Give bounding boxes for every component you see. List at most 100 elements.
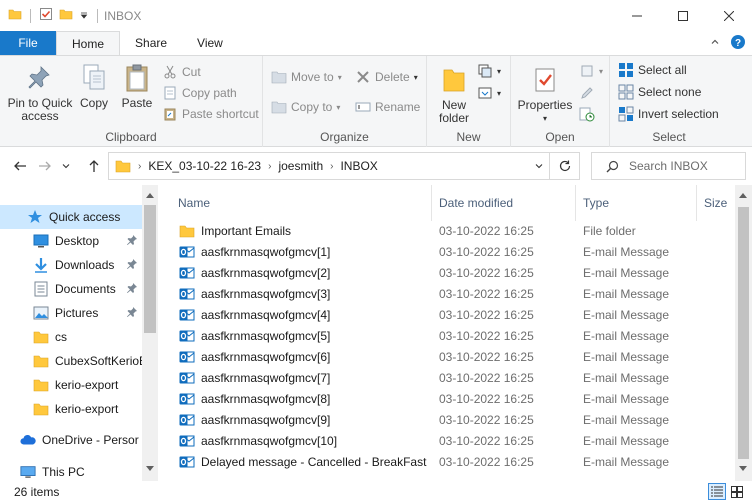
file-row[interactable]: aasfkrnmasqwofgmcv[9] 03-10-2022 16:25 E-m… [160,409,735,430]
nav-item-kerio-export[interactable]: kerio-export [0,373,142,397]
move-to-button[interactable]: Move to ▾ [271,69,342,85]
file-row[interactable]: aasfkrnmasqwofgmcv[1] 03-10-2022 16:25 E-m… [160,241,735,262]
pin-icon[interactable] [126,258,138,273]
scroll-up-arrow-icon[interactable] [142,187,158,203]
nav-item-label: Pictures [55,306,99,320]
pin-icon[interactable] [126,282,138,297]
chevron-down-icon: ▾ [599,66,604,76]
history-button[interactable] [579,106,595,122]
cut-button[interactable]: Cut [162,64,201,80]
paste-button[interactable]: Paste [118,62,156,110]
breadcrumb-item[interactable]: joesmith [278,159,323,173]
column-header-label: Size [704,196,728,210]
nav-item-documents[interactable]: Documents [0,277,142,301]
new-item-button[interactable]: ▾ [477,63,501,79]
column-header-size[interactable]: Size [697,185,735,221]
scroll-thumb[interactable] [738,207,749,459]
up-button[interactable] [85,157,103,175]
nav-item-onedrive[interactable]: OneDrive - Persor [0,428,142,452]
file-row[interactable]: aasfkrnmasqwofgmcv[2] 03-10-2022 16:25 E-m… [160,262,735,283]
minimize-button[interactable] [614,0,660,31]
file-date-modified: 03-10-2022 16:25 [439,265,534,280]
paste-shortcut-button[interactable]: Paste shortcut [162,106,259,122]
file-type: E-mail Message [583,286,670,301]
copy-button[interactable]: Copy [76,62,112,110]
quick-access-toolbar [0,7,100,24]
scroll-down-arrow-icon[interactable] [735,461,751,477]
pin-icon[interactable] [126,234,138,249]
breadcrumb-item[interactable]: INBOX [340,159,377,173]
pin-to-quick-access-button[interactable]: Pin to Quick access [6,62,74,123]
properties-button[interactable]: Properties ▾ [516,64,574,125]
file-row[interactable]: aasfkrnmasqwofgmcv[6] 03-10-2022 16:25 E-m… [160,346,735,367]
close-button[interactable] [706,0,752,31]
minimize-ribbon-chevron-icon[interactable] [710,36,720,50]
file-row[interactable]: Delayed message - Cancelled - BreakFast 0… [160,451,735,472]
nav-item-this-pc[interactable]: This PC [0,460,142,481]
column-header-date-modified[interactable]: Date modified [432,185,576,221]
new-folder-quick-icon[interactable] [59,7,73,24]
tab-file[interactable]: File [0,31,56,55]
scroll-thumb[interactable] [144,205,156,333]
nav-item-downloads[interactable]: Downloads [0,253,142,277]
navigation-pane-scrollbar[interactable] [142,185,158,481]
rename-button[interactable]: Rename [355,99,420,115]
scroll-up-arrow-icon[interactable] [735,187,751,203]
file-row[interactable]: aasfkrnmasqwofgmcv[8] 03-10-2022 16:25 E-m… [160,388,735,409]
forward-button[interactable] [36,157,54,175]
properties-quick-icon[interactable] [39,7,53,24]
new-folder-button[interactable]: New folder [434,64,474,125]
open-button[interactable]: ▾ [579,63,603,79]
file-type: E-mail Message [583,307,670,322]
select-none-button[interactable]: Select none [618,84,701,100]
file-row[interactable]: aasfkrnmasqwofgmcv[4] 03-10-2022 16:25 E-m… [160,304,735,325]
file-row[interactable]: aasfkrnmasqwofgmcv[5] 03-10-2022 16:25 E-m… [160,325,735,346]
breadcrumb-separator-icon: › [268,160,272,172]
easy-access-button[interactable]: ▾ [477,85,501,101]
column-header-type[interactable]: Type [576,185,697,221]
delete-button[interactable]: Delete ▾ [355,69,418,85]
tab-share[interactable]: Share [120,31,182,55]
file-name-cell: aasfkrnmasqwofgmcv[4] [179,304,429,325]
breadcrumb-item[interactable]: KEX_03-10-22 16-23 [148,159,261,173]
copy-to-button[interactable]: Copy to ▾ [271,99,340,115]
nav-item-cs[interactable]: cs [0,325,142,349]
help-icon[interactable]: ? [730,34,746,53]
column-header-name[interactable]: Name [160,185,432,221]
tab-view[interactable]: View [182,31,238,55]
customize-toolbar-chevron-icon[interactable] [79,9,89,23]
file-row[interactable]: aasfkrnmasqwofgmcv[10] 03-10-2022 16:25 E-… [160,430,735,451]
toolbar-divider [97,8,98,23]
clipboard-group-label: Clipboard [105,130,157,144]
edit-button[interactable] [579,85,595,101]
search-box[interactable]: Search INBOX [591,152,746,180]
back-button[interactable] [11,157,29,175]
scroll-down-arrow-icon[interactable] [142,461,158,477]
file-list-scrollbar[interactable] [735,185,752,481]
file-type: E-mail Message [583,370,670,385]
nav-item-pictures[interactable]: Pictures [0,301,142,325]
address-bar[interactable]: › KEX_03-10-22 16-23 › joesmith › INBOX [108,152,580,180]
invert-selection-button[interactable]: Invert selection [618,106,719,122]
nav-item-desktop[interactable]: Desktop [0,229,142,253]
copy-to-label: Copy to [291,100,333,114]
select-all-button[interactable]: Select all [618,62,687,78]
nav-item-kerio-export[interactable]: kerio-export [0,397,142,421]
nav-item-quick-access[interactable]: Quick access [0,205,142,229]
nav-item-cubexsoft[interactable]: CubexSoftKerioE [0,349,142,373]
maximize-button[interactable] [660,0,706,31]
nav-item-label: Downloads [55,258,115,272]
file-row[interactable]: aasfkrnmasqwofgmcv[3] 03-10-2022 16:25 E-m… [160,283,735,304]
recent-locations-button[interactable] [60,157,72,175]
copy-path-button[interactable]: Copy path [162,85,237,101]
refresh-button[interactable] [549,153,579,179]
details-view-button[interactable] [708,483,726,500]
tab-home[interactable]: Home [56,31,121,55]
file-row[interactable]: aasfkrnmasqwofgmcv[7] 03-10-2022 16:25 E-m… [160,367,735,388]
file-row[interactable]: Important Emails 03-10-2022 16:25 File fol… [160,220,735,241]
large-icons-view-button[interactable] [728,483,746,500]
pin-icon[interactable] [126,306,138,321]
address-history-button[interactable] [529,153,549,179]
chevron-down-icon: ▾ [497,66,502,76]
move-to-icon [271,69,287,85]
